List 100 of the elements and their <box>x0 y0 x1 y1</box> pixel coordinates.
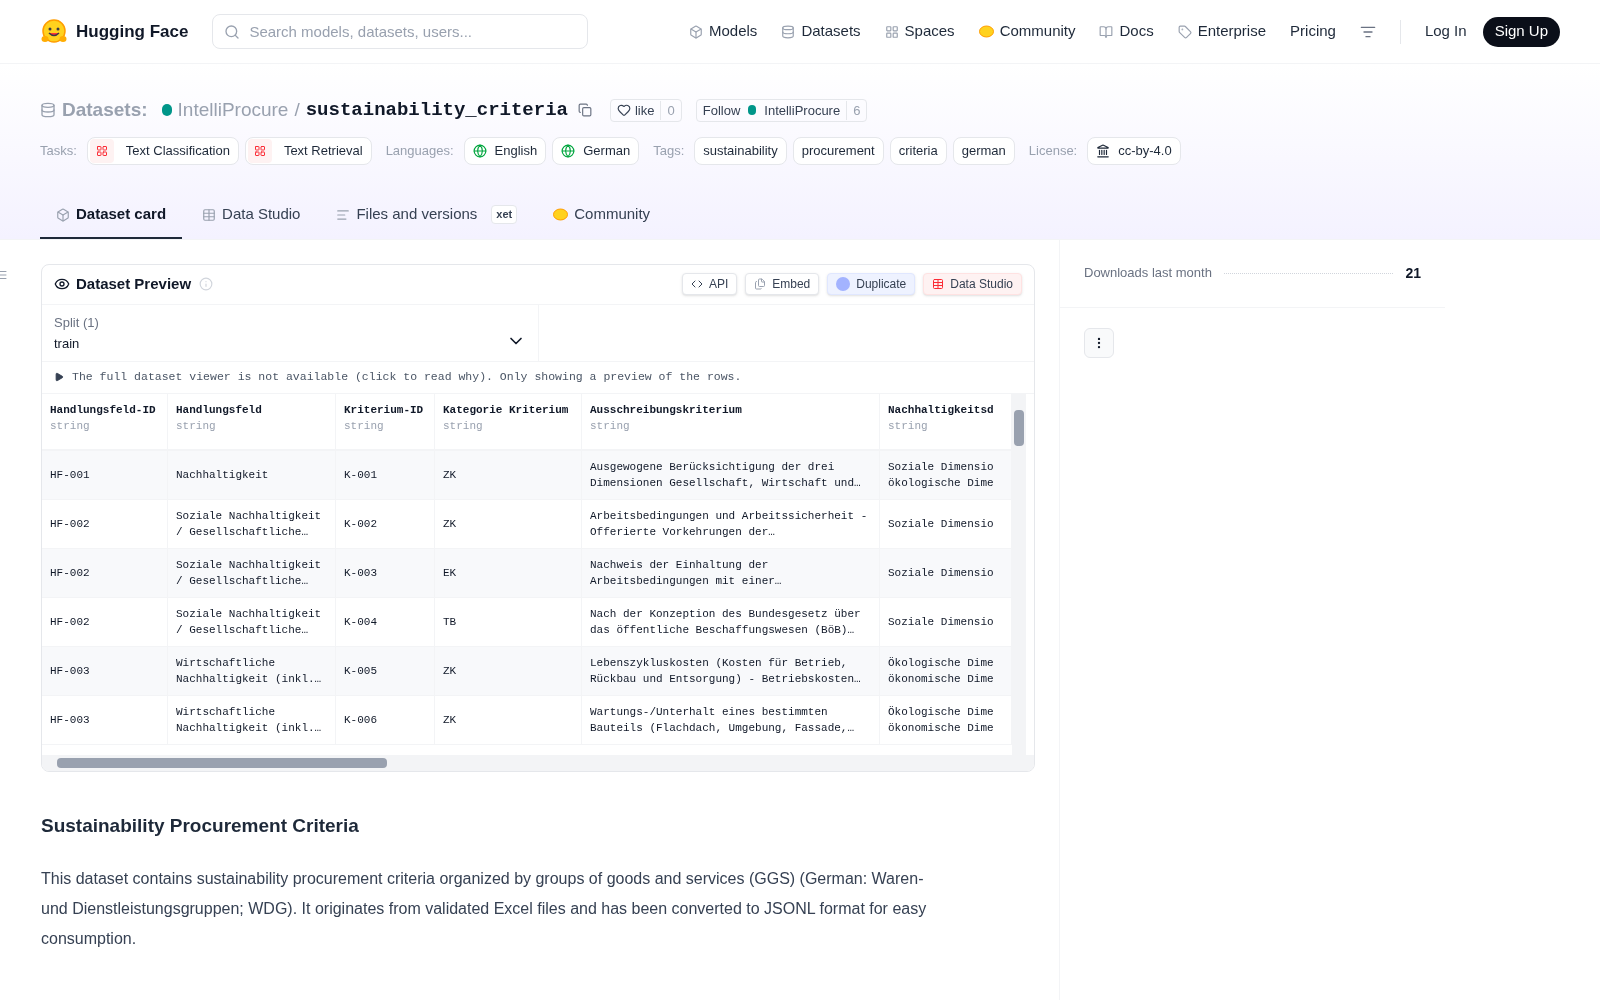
tab[interactable]: Data Studio <box>186 192 317 239</box>
table-cell: Wartungs-/Unterhalt eines bestimmten Bauteils (Flachdach, Umgebung, Fassade,… <box>582 695 880 744</box>
column-header[interactable]: Handlungsfeld string <box>168 393 336 449</box>
database-icon <box>40 102 56 119</box>
tag-chip[interactable]: criteria <box>889 136 947 165</box>
card-heading: Sustainability Procurement Criteria <box>41 813 360 838</box>
table-cell: HF-001 <box>42 450 168 499</box>
bank-icon <box>1096 143 1111 158</box>
table-cell: ZK <box>435 450 582 499</box>
duplicate-button[interactable]: Duplicate <box>827 273 916 295</box>
embed-button[interactable]: Embed <box>745 273 820 295</box>
split-select[interactable]: Split (1) train <box>42 304 539 361</box>
book-icon <box>1099 24 1114 39</box>
table-cell: ZK <box>435 499 582 548</box>
tab[interactable]: Files and versions xet <box>320 192 534 239</box>
info-icon <box>199 277 214 291</box>
nav-link[interactable]: Docs <box>1099 20 1154 43</box>
table-cell: K-003 <box>336 548 435 597</box>
table-cell: Nach der Konzeption des Bundesgesetz über das öffentliche Beschaffungswesen (BöB)… <box>582 597 880 646</box>
files-icon <box>336 207 351 222</box>
table-cell: TB <box>435 597 582 646</box>
tag-chip[interactable]: german <box>952 136 1015 165</box>
tag-chip[interactable]: procurement <box>792 136 884 165</box>
code-icon <box>690 278 703 290</box>
table-cell: EK <box>435 548 582 597</box>
column-header[interactable]: Kategorie Kriterium string <box>435 393 582 449</box>
table-cell: K-001 <box>336 450 435 499</box>
column-header[interactable]: Kriterium-ID string <box>336 393 435 449</box>
tab[interactable]: Dataset card <box>40 192 183 239</box>
nav-link[interactable]: Spaces <box>884 20 955 43</box>
tab[interactable]: Community <box>537 192 667 239</box>
nav-link[interactable]: Models <box>689 20 758 43</box>
tag-group-label: Languages: <box>385 141 454 160</box>
table-cell: HF-002 <box>42 597 168 646</box>
nav-link[interactable]: Pricing <box>1290 20 1336 43</box>
table-icon <box>202 207 217 222</box>
tag-group-label: Tasks: <box>40 141 77 160</box>
viewer-notice[interactable]: The full dataset viewer is not available (click to read why). Only showing a preview of the rows. <box>72 368 742 386</box>
column-header[interactable]: Ausschreibungskriterium string <box>582 393 880 449</box>
table-cell: K-004 <box>336 597 435 646</box>
like-button[interactable]: like 0 <box>609 98 682 122</box>
table-cell: Soziale Nachhaltigkeit / Gesellschaftliche… <box>168 597 336 646</box>
globe-icon <box>561 143 576 158</box>
duplicate-icon <box>836 277 851 291</box>
files-icon <box>754 278 767 290</box>
table-cell: Lebenszykluskosten (Kosten für Betrieb, Rückbau und Entsorgung) - Betriebskosten… <box>582 646 880 695</box>
login-link[interactable]: Log In <box>1424 20 1467 43</box>
vertical-scrollbar[interactable] <box>1012 393 1026 755</box>
column-header[interactable]: Handlungsfeld-ID string <box>42 393 168 449</box>
table-cell: Wirtschaftliche Nachhaltigkeit (inkl.… <box>168 695 336 744</box>
repo-type: Datasets: <box>62 98 148 122</box>
table-cell: ZK <box>435 695 582 744</box>
table-icon <box>932 278 945 290</box>
follow-button[interactable]: Follow IntelliProcure 6 <box>695 98 868 122</box>
table-cell: K-002 <box>336 499 435 548</box>
heart-icon <box>616 103 631 118</box>
globe-icon <box>472 143 487 158</box>
tag-icon <box>1177 24 1192 39</box>
signup-button[interactable]: Sign Up <box>1482 16 1560 47</box>
repo-name: sustainability_criteria <box>305 98 568 123</box>
task-icon <box>89 138 114 163</box>
copy-icon[interactable] <box>577 103 592 118</box>
horizontal-scrollbar[interactable] <box>42 754 1034 771</box>
xet-badge: xet <box>491 205 518 224</box>
brand-name[interactable]: Hugging Face <box>76 18 189 45</box>
table-cell: HF-002 <box>42 499 168 548</box>
preview-title: Dataset Preview <box>76 273 192 294</box>
path-separator: / <box>294 98 300 122</box>
tag-chip[interactable]: cc-by-4.0 <box>1087 136 1181 165</box>
tag-chip[interactable]: sustainability <box>694 136 787 165</box>
api-button[interactable]: API <box>681 273 738 295</box>
owner-avatar-icon <box>161 104 172 117</box>
smiley-logo-icon <box>40 17 68 46</box>
nav-link[interactable]: Datasets <box>781 20 861 43</box>
nav-link[interactable]: Enterprise <box>1177 20 1267 43</box>
table-cell: Soziale Nachhaltigkeit / Gesellschaftliche… <box>168 499 336 548</box>
nav-link[interactable]: Community <box>978 20 1076 43</box>
table-cell: HF-003 <box>42 646 168 695</box>
disclosure-icon[interactable] <box>54 372 64 382</box>
eye-icon <box>54 276 70 292</box>
table-cell: K-005 <box>336 646 435 695</box>
table-cell: Soziale Nachhaltigkeit / Gesellschaftliche… <box>168 548 336 597</box>
search-field[interactable]: Search models, datasets, users... <box>212 14 589 49</box>
cube-icon <box>689 24 703 39</box>
tag-chip[interactable]: English <box>463 136 547 165</box>
table-cell: Wirtschaftliche Nachhaltigkeit (inkl.… <box>168 646 336 695</box>
table-cell: HF-002 <box>42 548 168 597</box>
tag-group-label: License: <box>1028 141 1078 160</box>
tag-group-label: Tags: <box>653 141 685 160</box>
cube-icon <box>56 207 70 222</box>
table-cell: K-006 <box>336 695 435 744</box>
table-cell: HF-003 <box>42 695 168 744</box>
card-paragraph: This dataset contains sustainability procurement criteria organized by groups of goods and services (GGS) (German: Waren- und Dienstleistungsgruppen; WDG). It originates from validated Excel files and has been converted to JSONL format for easy consumption. <box>41 869 928 949</box>
table-cell: ZK <box>435 646 582 695</box>
tag-chip[interactable]: German <box>552 136 640 165</box>
table-cell: Ausgewogene Berücksichtigung der drei Dimensionen Gesellschaft, Wirtschaft und… <box>582 450 880 499</box>
search-icon <box>224 24 241 40</box>
studio-button[interactable]: Data Studio <box>923 273 1022 295</box>
tag-chip[interactable]: Text Retrieval <box>244 136 372 165</box>
tag-chip[interactable]: Text Classification <box>86 136 239 165</box>
